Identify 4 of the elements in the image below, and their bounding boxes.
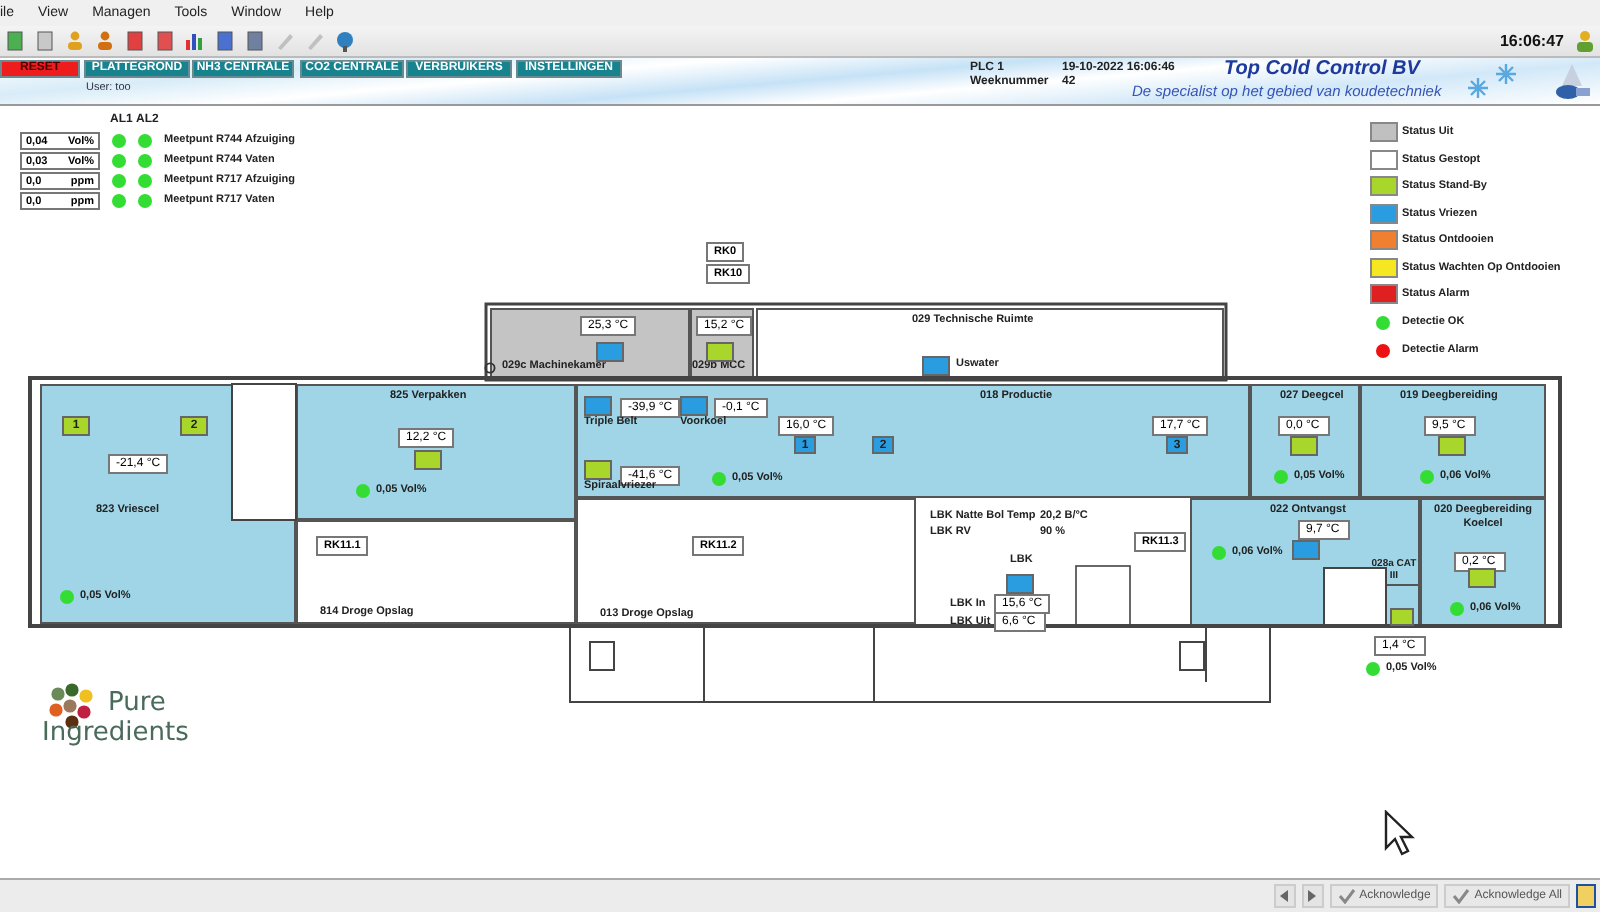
company-name: Top Cold Control BV <box>1224 58 1420 80</box>
logo-text: Pure <box>108 688 166 718</box>
logo-text: Ingredients <box>42 718 189 748</box>
clock: 16:06:47 <box>1499 32 1564 50</box>
